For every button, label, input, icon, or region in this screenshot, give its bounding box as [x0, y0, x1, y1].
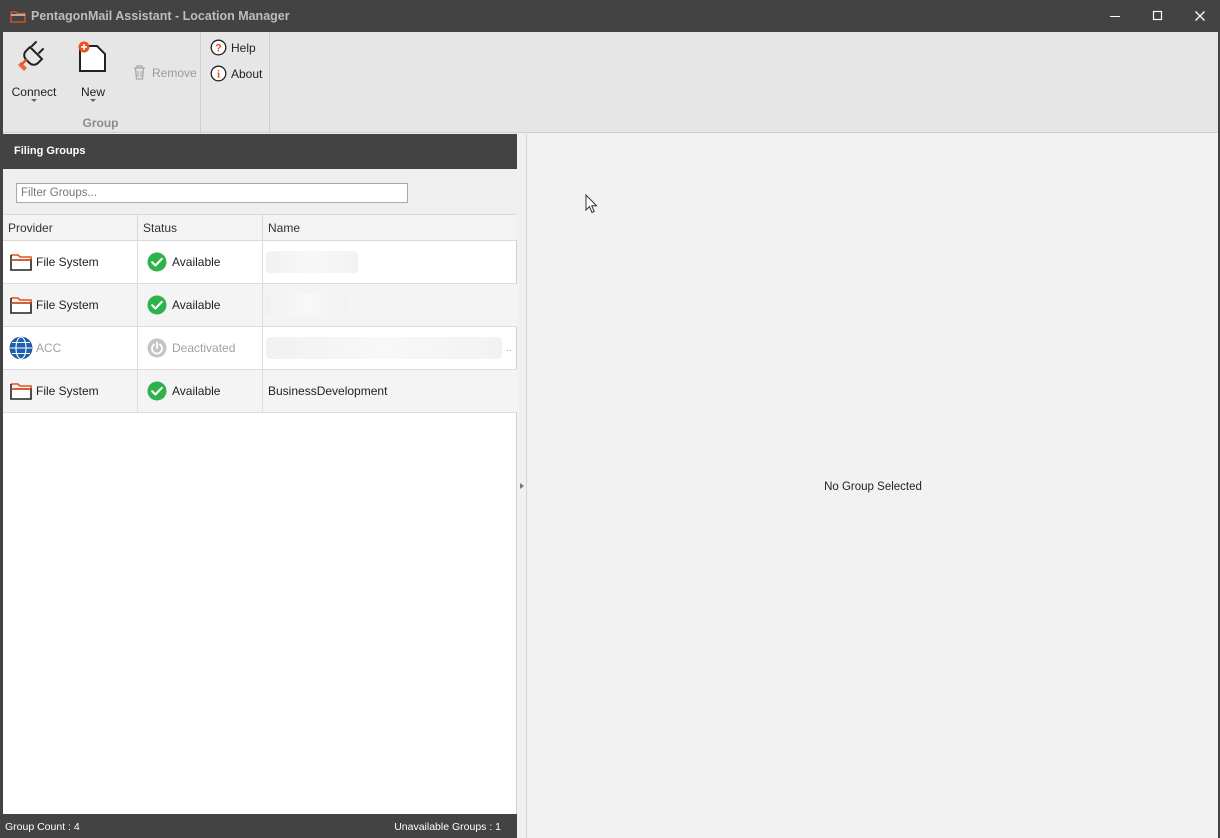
- name-cell: ..: [263, 327, 517, 369]
- filter-bar: [3, 169, 517, 215]
- provider-name: ACC: [36, 341, 62, 355]
- unavailable-groups-label: Unavailable Groups : 1: [394, 821, 501, 833]
- grid-header: Provider Status Name: [3, 215, 517, 241]
- check-circle-icon: [147, 252, 167, 272]
- connect-label: Connect: [11, 85, 57, 99]
- provider-cell: File System: [3, 241, 138, 283]
- empty-state-message: No Group Selected: [824, 481, 922, 493]
- redacted-name: [266, 294, 346, 316]
- folder-icon: [9, 250, 33, 274]
- redacted-name: [266, 337, 502, 359]
- table-row[interactable]: ACC Deactivated..: [3, 327, 517, 370]
- new-label: New: [80, 85, 105, 99]
- folder-icon: [9, 379, 33, 403]
- title-bar: PentagonMail Assistant - Location Manage…: [0, 0, 1220, 32]
- folder-icon: [10, 11, 26, 23]
- status-cell: Available: [138, 370, 263, 412]
- status-cell: Available: [138, 284, 263, 326]
- ribbon-divider: [200, 32, 201, 132]
- column-header-provider[interactable]: Provider: [3, 215, 138, 241]
- minimize-icon: [1110, 16, 1120, 17]
- panel-splitter[interactable]: [517, 134, 527, 838]
- plug-icon: [18, 41, 44, 71]
- status-cell: Deactivated: [138, 327, 263, 369]
- window-title: PentagonMail Assistant - Location Manage…: [31, 9, 290, 23]
- new-document-icon: [78, 41, 106, 72]
- provider-cell: ACC: [3, 327, 138, 369]
- filter-groups-input[interactable]: [16, 183, 408, 203]
- redacted-name: [266, 251, 358, 273]
- status-text: Available: [172, 384, 221, 398]
- mouse-cursor-icon: [585, 194, 598, 214]
- provider-name: File System: [36, 255, 99, 269]
- provider-name: File System: [36, 298, 99, 312]
- check-circle-icon: [147, 295, 167, 315]
- help-button[interactable]: ? Help: [210, 39, 256, 56]
- status-bar: Group Count : 4 Unavailable Groups : 1: [3, 814, 517, 838]
- remove-label: Remove: [152, 65, 197, 80]
- close-button[interactable]: [1179, 0, 1220, 32]
- status-cell: Available: [138, 241, 263, 283]
- ribbon-divider: [269, 32, 270, 132]
- filing-groups-panel: Filing Groups Provider Status Name File …: [3, 134, 517, 838]
- power-icon: [147, 338, 167, 358]
- chevron-right-icon: [520, 483, 524, 489]
- table-row[interactable]: File System Available: [3, 241, 517, 284]
- about-label: About: [231, 66, 263, 81]
- chevron-down-icon: [90, 99, 96, 102]
- group-detail-panel: No Group Selected: [528, 134, 1218, 838]
- close-icon: [1195, 11, 1205, 21]
- name-cell: [263, 241, 517, 283]
- status-text: Available: [172, 298, 221, 312]
- ribbon-toolbar: Connect New Remove Group ? Help i About: [0, 32, 1220, 133]
- group-name: BusinessDevelopment: [268, 384, 388, 398]
- provider-cell: File System: [3, 370, 138, 412]
- group-section-label: Group: [82, 116, 119, 130]
- svg-text:i: i: [217, 69, 220, 81]
- provider-cell: File System: [3, 284, 138, 326]
- status-text: Available: [172, 255, 221, 269]
- minimize-button[interactable]: [1094, 0, 1136, 32]
- new-button[interactable]: New: [70, 36, 116, 108]
- table-row[interactable]: File System Available BusinessDevelopment: [3, 370, 517, 413]
- about-button[interactable]: i About: [210, 65, 262, 82]
- name-cell: [263, 284, 517, 326]
- chevron-down-icon: [31, 99, 37, 102]
- column-header-status[interactable]: Status: [138, 215, 263, 241]
- provider-name: File System: [36, 384, 99, 398]
- remove-button[interactable]: Remove: [131, 64, 197, 81]
- ellipsis: ..: [506, 342, 512, 354]
- table-row[interactable]: File System Available: [3, 284, 517, 327]
- help-label: Help: [231, 40, 256, 55]
- connect-button[interactable]: Connect: [8, 36, 60, 108]
- globe-icon: [9, 336, 33, 360]
- check-circle-icon: [147, 381, 167, 401]
- folder-icon: [9, 293, 33, 317]
- maximize-button[interactable]: [1137, 0, 1179, 32]
- info-icon: i: [210, 65, 227, 82]
- name-cell: BusinessDevelopment: [263, 370, 517, 412]
- panel-title: Filing Groups: [3, 134, 517, 169]
- column-header-name[interactable]: Name: [263, 215, 517, 241]
- status-text: Deactivated: [172, 341, 236, 355]
- svg-text:?: ?: [215, 43, 222, 55]
- trash-icon: [134, 65, 145, 80]
- help-icon: ?: [210, 39, 227, 56]
- group-count-label: Group Count : 4: [5, 821, 80, 833]
- maximize-icon: [1152, 10, 1163, 21]
